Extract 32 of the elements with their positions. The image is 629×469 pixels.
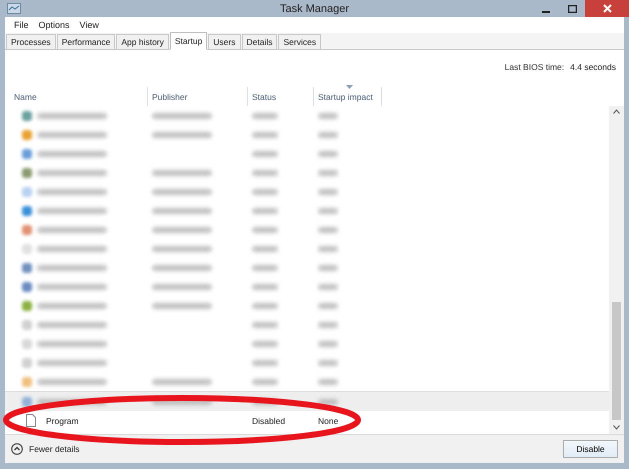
name-cell-text: Program [45, 416, 79, 426]
minimize-icon [542, 10, 550, 12]
scroll-up-icon[interactable] [613, 109, 620, 114]
app-icon [7, 3, 21, 14]
tab[interactable]: Performance [56, 34, 116, 49]
tab[interactable]: Services [278, 34, 322, 49]
chevron-up-circle-icon [11, 443, 23, 455]
scroll-down-icon[interactable] [613, 425, 620, 430]
column-header[interactable]: Startup impact [314, 87, 382, 106]
tab[interactable]: Processes [6, 34, 56, 49]
column-header[interactable]: Status [248, 87, 314, 106]
tab[interactable]: Users [208, 34, 240, 49]
impact-cell-text: None [317, 416, 340, 426]
tab[interactable]: Details [242, 34, 278, 49]
column-header[interactable]: Publisher [148, 87, 248, 106]
menu-item[interactable]: View [74, 20, 104, 30]
close-button[interactable] [585, 0, 629, 17]
menu-item[interactable]: Options [34, 20, 75, 30]
window-title: Task Manager [280, 2, 350, 14]
column-header[interactable]: Name [10, 87, 148, 106]
bios-time-label: Last BIOS time: [504, 62, 564, 74]
close-icon [602, 4, 612, 13]
bios-time-value: 4.4 seconds [570, 62, 616, 74]
menu-item[interactable]: File [9, 20, 34, 30]
scrollbar-thumb[interactable] [612, 302, 621, 420]
file-icon [26, 414, 36, 427]
fewer-details-toggle[interactable]: Fewer details [11, 443, 80, 455]
status-cell-text: Disabled [251, 416, 286, 426]
maximize-icon [568, 4, 576, 12]
tab[interactable]: Startup [170, 32, 208, 50]
tab[interactable]: App history [116, 34, 169, 49]
disable-button[interactable]: Disable [563, 440, 618, 458]
